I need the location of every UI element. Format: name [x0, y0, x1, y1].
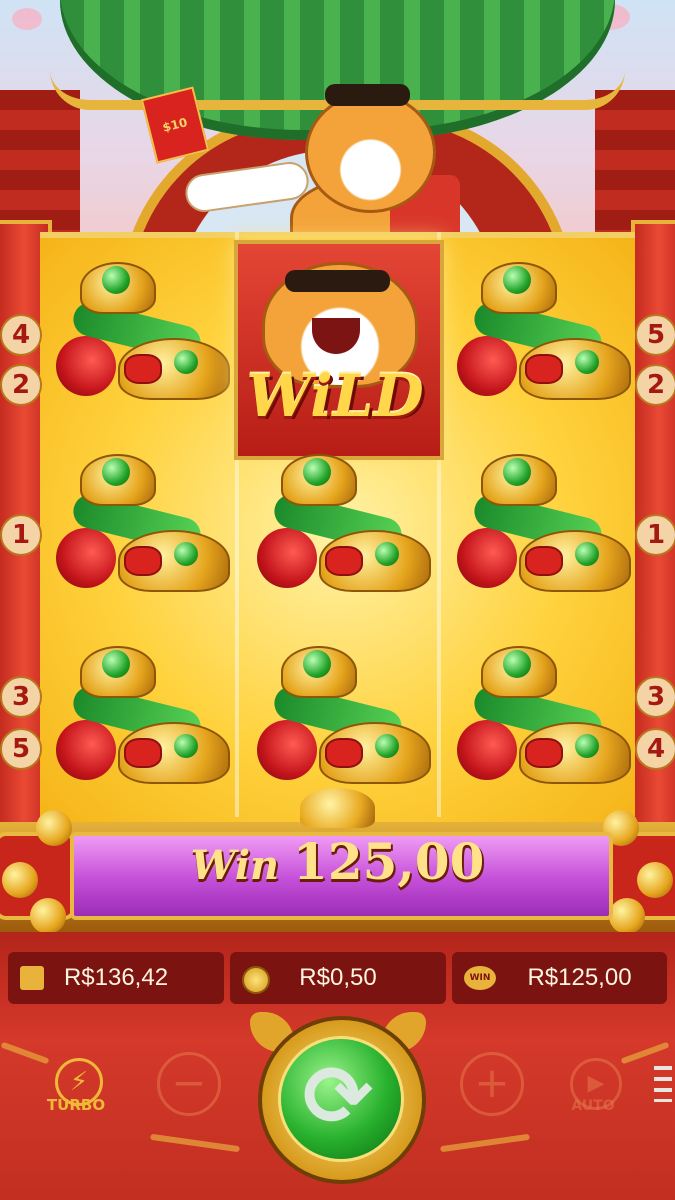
reel-symbol-gold-ingot [243, 430, 433, 618]
win-amount: 125,00 [293, 832, 485, 891]
gold-bead-decoration [36, 810, 72, 846]
spin-arrows-icon[interactable]: ⟳ [298, 1048, 378, 1144]
turbo-label[interactable]: TURBO [40, 1096, 112, 1114]
payline-number-left: 3 [0, 676, 42, 718]
payline-number-right: 3 [635, 676, 675, 718]
gold-bead-decoration [2, 862, 38, 898]
tiger-sunglasses [325, 84, 410, 106]
last-win-value: R$125,00 [527, 964, 632, 991]
reel-symbol-gold-ingot [243, 622, 433, 810]
reel-symbol-gold-ingot [443, 238, 633, 426]
reel-symbol-gold-ingot [42, 430, 232, 618]
tiger-mascot-head [305, 92, 436, 213]
gold-ingot-ornament [300, 788, 375, 828]
menu-icon[interactable] [654, 1066, 672, 1102]
last-win-display: WIN R$125,00 [452, 952, 667, 1004]
payline-number-left: 1 [0, 514, 42, 556]
wild-tiger-sunglasses [285, 270, 390, 292]
balance-value: R$136,42 [63, 964, 169, 991]
payline-number-right: 2 [635, 364, 675, 406]
payline-number-left: 4 [0, 314, 42, 356]
payline-number-left: 5 [0, 728, 42, 770]
win-label: Win [190, 842, 280, 889]
win-amount-display: Win 125,00 [70, 832, 605, 912]
bet-display: R$0,50 [230, 952, 446, 1004]
payline-number-left: 2 [0, 364, 42, 406]
increase-bet-button[interactable]: + [460, 1052, 524, 1116]
bet-value: R$0,50 [299, 964, 377, 991]
payline-number-right: 4 [635, 728, 675, 770]
decrease-bet-button[interactable]: − [157, 1052, 221, 1116]
gold-bead-decoration [30, 898, 66, 934]
autoplay-label[interactable]: AUTO [560, 1098, 626, 1114]
payline-number-right: 5 [635, 314, 675, 356]
gold-bead-decoration [637, 862, 673, 898]
balance-display: R$136,42 [8, 952, 224, 1004]
blossom-decoration [12, 8, 42, 30]
reel-symbol-gold-ingot [42, 238, 232, 426]
reel-symbol-gold-ingot [443, 430, 633, 618]
reel-symbol-gold-ingot [42, 622, 232, 810]
gold-bead-decoration [609, 898, 645, 934]
payline-number-right: 1 [635, 514, 675, 556]
reel-symbol-gold-ingot [443, 622, 633, 810]
